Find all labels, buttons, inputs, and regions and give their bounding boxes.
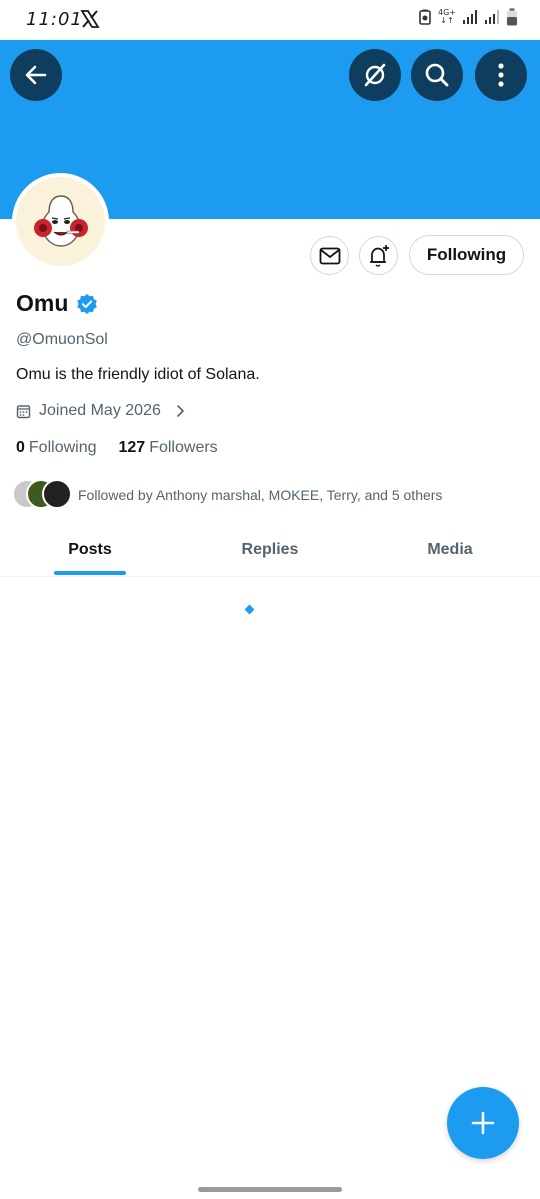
avatar-image bbox=[16, 177, 105, 266]
status-icons: 4G+ ↓↑ bbox=[418, 8, 518, 26]
envelope-icon bbox=[319, 247, 340, 264]
bio: Omu is the friendly idiot of Solana. bbox=[16, 366, 260, 383]
follower-avatar bbox=[42, 479, 72, 509]
tab-media[interactable]: Media bbox=[360, 524, 540, 576]
tab-replies[interactable]: Replies bbox=[180, 524, 360, 576]
more-button[interactable] bbox=[475, 49, 527, 101]
x-logo-icon bbox=[80, 10, 100, 28]
search-icon bbox=[425, 63, 449, 87]
chevron-right-icon bbox=[177, 405, 184, 417]
search-button[interactable] bbox=[411, 49, 463, 101]
display-name: Omu bbox=[16, 290, 69, 316]
calendar-icon bbox=[16, 404, 31, 418]
following-count: 0 bbox=[16, 439, 25, 456]
verified-badge-icon[interactable] bbox=[76, 293, 98, 315]
profile-tabs: Posts Replies Media bbox=[0, 524, 540, 577]
avatar-character-icon bbox=[33, 194, 88, 247]
compose-button[interactable] bbox=[447, 1087, 519, 1159]
active-tab-indicator bbox=[54, 571, 126, 575]
notify-button[interactable] bbox=[359, 236, 398, 275]
plus-icon bbox=[471, 1111, 495, 1135]
network-type: 4G+ ↓↑ bbox=[438, 9, 456, 25]
following-button[interactable]: Following bbox=[409, 235, 524, 275]
profile-avatar[interactable] bbox=[12, 173, 109, 270]
name-row: Omu bbox=[16, 290, 98, 317]
joined-row[interactable]: Joined May 2026 bbox=[16, 402, 187, 420]
grok-button[interactable] bbox=[349, 49, 401, 101]
tab-posts[interactable]: Posts bbox=[0, 524, 180, 576]
status-bar: 11:01 4G+ ↓↑ bbox=[0, 0, 540, 40]
handle: @OmuonSol bbox=[16, 331, 108, 348]
followers-label: Followers bbox=[149, 439, 218, 456]
joined-date: Joined May 2026 bbox=[39, 402, 161, 419]
following-stat[interactable]: 0 Following bbox=[16, 439, 97, 457]
data-arrows-icon: ↓↑ bbox=[440, 16, 454, 25]
stats-row: 0 Following 127 Followers bbox=[16, 439, 218, 457]
home-indicator[interactable] bbox=[198, 1187, 342, 1192]
bell-plus-icon bbox=[369, 244, 389, 267]
arrow-left-icon bbox=[25, 65, 47, 85]
message-button[interactable] bbox=[310, 236, 349, 275]
followers-stat[interactable]: 127 Followers bbox=[119, 439, 218, 457]
signal-icon-1 bbox=[463, 10, 477, 24]
signal-icon-2 bbox=[485, 10, 499, 24]
grok-icon bbox=[364, 63, 386, 87]
followed-by-row[interactable]: Followed by Anthony marshal, MOKEE, Terr… bbox=[12, 479, 442, 511]
more-vertical-icon bbox=[498, 63, 504, 87]
follower-avatars bbox=[12, 479, 74, 511]
battery-icon bbox=[507, 8, 517, 26]
following-label: Following bbox=[28, 439, 97, 456]
loading-spinner bbox=[244, 604, 255, 615]
back-button[interactable] bbox=[10, 49, 62, 101]
followers-count: 127 bbox=[118, 439, 146, 456]
save-data-icon bbox=[419, 9, 431, 25]
followed-by-text: Followed by Anthony marshal, MOKEE, Terr… bbox=[78, 487, 443, 503]
status-time: 11:01 bbox=[26, 9, 83, 30]
